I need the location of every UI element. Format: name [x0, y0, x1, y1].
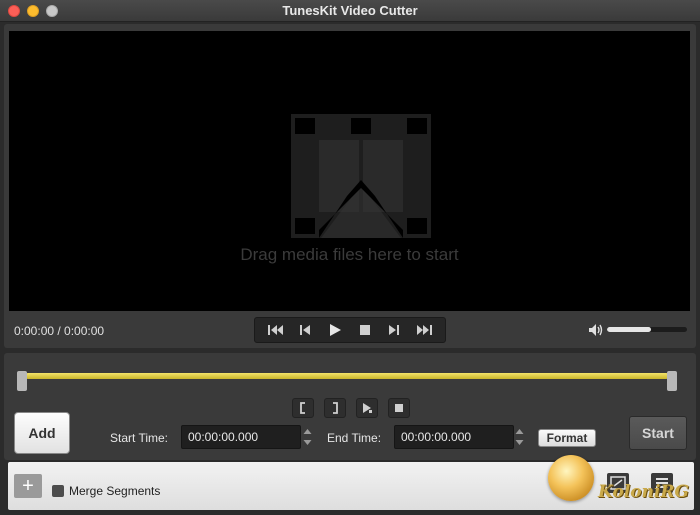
stop-icon [359, 325, 370, 335]
start-time-label: Start Time: [110, 431, 169, 445]
transport-controls [254, 317, 446, 343]
format-button[interactable]: Format [538, 429, 596, 447]
chevron-down-icon[interactable] [303, 439, 312, 446]
film-strip-icon [291, 114, 431, 238]
chevron-up-icon[interactable] [303, 428, 312, 435]
trim-start-handle[interactable] [17, 371, 27, 391]
play-button[interactable] [324, 320, 346, 340]
chevron-up-icon[interactable] [515, 428, 524, 435]
stop-icon [395, 404, 403, 412]
next-frame-button[interactable] [383, 320, 405, 340]
start-time-field[interactable] [181, 425, 301, 449]
watermark-logo [548, 455, 594, 501]
stop-segment-button[interactable] [388, 398, 410, 418]
skip-forward-icon [417, 325, 433, 335]
title-bar: TunesKit Video Cutter [0, 0, 700, 22]
stop-button[interactable] [354, 320, 376, 340]
left-bracket-icon [300, 402, 305, 414]
previous-frame-button[interactable] [294, 320, 316, 340]
volume-slider-fill [607, 327, 651, 332]
next-segment-button[interactable] [413, 320, 435, 340]
playback-time: 0:00:00 / 0:00:00 [14, 324, 105, 338]
end-time-field[interactable] [394, 425, 514, 449]
add-media-button[interactable]: Add [14, 412, 70, 454]
skip-back-icon [267, 325, 283, 335]
merge-segments-checkbox[interactable] [52, 485, 64, 497]
volume-slider[interactable] [607, 327, 687, 332]
watermark-text: KoloniRG [598, 482, 690, 502]
start-time-stepper[interactable] [300, 426, 314, 448]
volume-icon[interactable] [588, 323, 604, 337]
drag-media-hint: Drag media files here to start [240, 245, 459, 264]
play-segment-button[interactable] [356, 398, 378, 418]
trim-timeline[interactable] [17, 371, 677, 391]
set-end-button[interactable] [324, 398, 346, 418]
start-conversion-button[interactable]: Start [629, 416, 687, 450]
chevron-down-icon[interactable] [515, 439, 524, 446]
add-segment-button[interactable]: + [14, 474, 42, 498]
play-icon [330, 324, 342, 336]
end-time-stepper[interactable] [512, 426, 526, 448]
merge-segments-label: Merge Segments [69, 484, 161, 498]
video-drop-area[interactable]: Drag media files here to start [9, 31, 690, 311]
previous-segment-button[interactable] [265, 320, 287, 340]
timeline-track [26, 373, 668, 379]
play-segment-icon [363, 403, 372, 413]
set-start-button[interactable] [292, 398, 314, 418]
step-forward-icon [389, 325, 400, 335]
end-time-label: End Time: [327, 431, 382, 445]
window-title: TunesKit Video Cutter [282, 3, 418, 18]
right-bracket-icon [333, 402, 338, 414]
segment-controls [292, 398, 410, 418]
trim-end-handle[interactable] [667, 371, 677, 391]
step-back-icon [300, 325, 311, 335]
